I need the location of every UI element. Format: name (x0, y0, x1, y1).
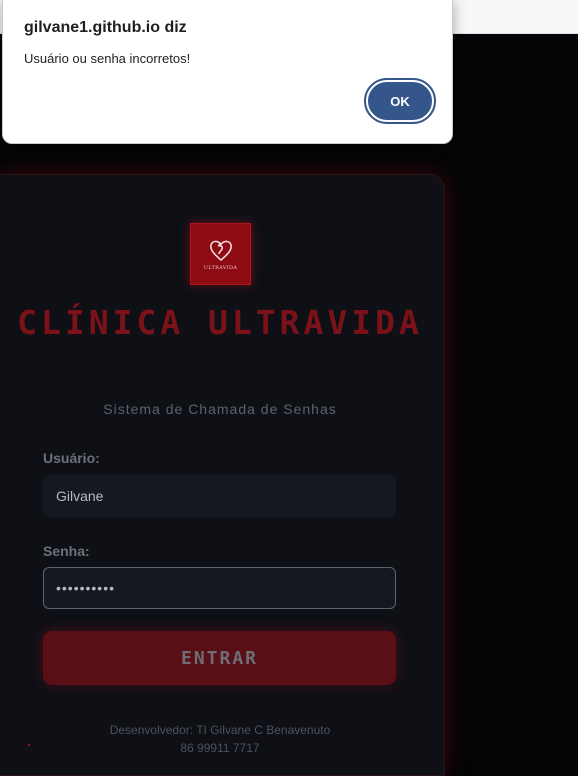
developer-phone: 86 99911 7717 (180, 741, 260, 755)
alert-message: Usuário ou senha incorretos! (24, 51, 191, 66)
password-label: Senha: (43, 543, 90, 559)
clinic-logo: ULTRAVIDA (190, 223, 251, 285)
username-input[interactable] (43, 475, 396, 517)
login-button[interactable]: ENTRAR (43, 631, 396, 685)
page-subtitle: Sistema de Chamada de Senhas (103, 401, 337, 417)
developer-credit: Desenvolvedor: TI Gilvane C Benavenuto 8… (0, 721, 440, 757)
password-input[interactable] (43, 567, 396, 609)
username-label: Usuário: (43, 450, 100, 466)
login-card: ULTRAVIDA CLÍNICA ULTRAVIDA Sistema de C… (0, 174, 445, 776)
alert-title: gilvane1.github.io diz (24, 19, 187, 36)
page-title: CLÍNICA ULTRAVIDA (17, 303, 423, 342)
ultravida-heart-logo-icon (209, 240, 232, 262)
logo-caption: ULTRAVIDA (203, 265, 238, 271)
decorative-dot (28, 744, 30, 746)
developer-name: Desenvolvedor: TI Gilvane C Benavenuto (109, 723, 331, 737)
alert-dialog: gilvane1.github.io diz Usuário ou senha … (2, 0, 453, 144)
ok-button[interactable]: OK (364, 78, 436, 124)
